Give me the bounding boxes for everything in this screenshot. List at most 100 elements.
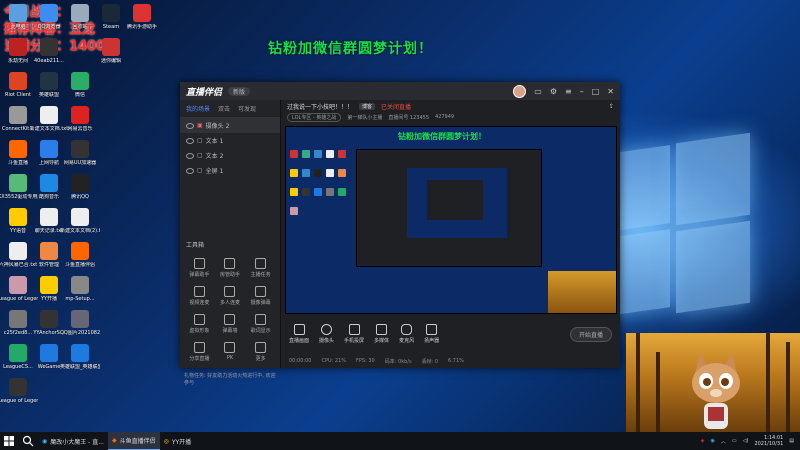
desktop-icon[interactable]: 微信 xyxy=(60,72,100,98)
status-item: FPS: 30 xyxy=(356,358,375,364)
tray-app-icon[interactable]: ◈ xyxy=(701,438,705,444)
lock-icon[interactable]: ▢ xyxy=(197,137,203,144)
scene-label: 全屏 1 xyxy=(205,168,224,175)
info-tag[interactable]: 博客 xyxy=(359,102,376,110)
app-icon xyxy=(71,310,89,328)
microphone-button[interactable]: 麦克风 xyxy=(399,324,414,344)
tab-discover[interactable]: 可发现 xyxy=(238,104,256,113)
tool-button[interactable]: 弹幕助手 xyxy=(184,258,215,278)
category-pill[interactable]: LOL专区 - 英雄之战 xyxy=(287,112,342,122)
tool-button[interactable]: 房管助手 xyxy=(215,258,246,278)
speaker-button[interactable]: 扬声器 xyxy=(424,324,439,344)
share-icon[interactable]: ⇪ xyxy=(609,103,614,110)
lock-icon[interactable]: ▣ xyxy=(197,122,203,129)
start-live-button[interactable]: 开始直播 xyxy=(569,326,612,342)
tool-button[interactable]: 虚拟形象 xyxy=(184,314,215,334)
desktop-icon[interactable]: 腾讯QQ xyxy=(60,174,100,200)
fans-count: 427949 xyxy=(435,114,455,120)
camera-button[interactable]: 摄像头 xyxy=(319,324,334,344)
tool-button[interactable]: 歌词显示 xyxy=(245,314,276,334)
bottom-toolbar: 直播画面 摄像头 手机投屏 多媒体 麦克风 扬声器 开始直播 xyxy=(281,316,620,352)
stream-title[interactable]: 过我说一下小技吧！！！ xyxy=(287,102,353,111)
scene-item[interactable]: ▢ 文本 2 xyxy=(180,148,280,163)
version-badge[interactable]: 新版 xyxy=(228,86,251,96)
desktop-icon[interactable]: 英雄联盟_英雄联盟... xyxy=(60,344,100,370)
lock-icon[interactable]: ▢ xyxy=(197,167,203,174)
taskbar-item[interactable]: ◉ 魔改小大魔王 - 直... xyxy=(38,432,108,450)
tool-label: 更多 xyxy=(255,356,266,362)
taskbar-item[interactable]: ◆ 斗鱼直播伴侣 xyxy=(107,432,160,450)
tool-label: 视频连麦 xyxy=(189,300,210,306)
stream-preview[interactable]: 钻粉加微信群圆梦计划！ xyxy=(285,126,617,314)
menu-icon[interactable]: ≡ xyxy=(565,87,572,96)
taskbar-item[interactable]: ◎ YY开播 xyxy=(160,432,196,450)
tool-button[interactable]: 视频连麦 xyxy=(184,286,215,306)
footer-notice[interactable]: 礼物任务: 好友助力活动火热进行中, 欢迎参与 xyxy=(184,372,280,386)
desktop-icon[interactable]: 网易UU加速器 xyxy=(60,140,100,166)
tool-button[interactable]: 摄像弹幕 xyxy=(245,286,276,306)
search-button[interactable] xyxy=(18,432,38,450)
eye-icon[interactable] xyxy=(186,152,194,159)
desktop-icon[interactable]: 腾讯手游助手 xyxy=(122,4,162,30)
app-icon xyxy=(9,4,27,22)
tool-button[interactable]: 多人连麦 xyxy=(215,286,246,306)
preview-desktop-icons xyxy=(288,145,352,221)
tool-icon xyxy=(255,258,267,269)
close-icon[interactable]: ✕ xyxy=(607,87,614,96)
tool-icon xyxy=(224,286,236,297)
volume-icon[interactable]: ◁) xyxy=(743,438,749,444)
tool-button[interactable]: 弹幕墙 xyxy=(215,314,246,334)
app-icon xyxy=(71,242,89,260)
tab-double[interactable]: 双击 xyxy=(218,104,230,113)
scene-panel: 我的场景 双击 可发现 ▣ 摄像头 2 ▢ 文本 1 ▢ 文本 2 ▢ 全屏 1 工具箱… xyxy=(180,100,281,386)
minimize-icon[interactable]: – xyxy=(580,87,584,96)
desktop-icon[interactable]: mp-Setup... xyxy=(60,276,100,302)
tool-button[interactable]: PK xyxy=(215,342,246,362)
notification-icon[interactable]: ▤ xyxy=(789,438,794,444)
avatar[interactable] xyxy=(513,84,527,98)
lock-icon[interactable]: ▢ xyxy=(197,152,203,159)
tool-button[interactable]: 分享直播 xyxy=(184,342,215,362)
eye-icon[interactable] xyxy=(186,137,194,144)
scene-item[interactable]: ▢ 全屏 1 xyxy=(180,163,280,178)
desktop-icon[interactable]: 40eab211... xyxy=(29,38,69,64)
desktop-icon-label: 新建文本文档(2).txt xyxy=(60,228,100,234)
message-icon[interactable]: ▭ xyxy=(534,87,542,96)
tool-button[interactable]: 主播任务 xyxy=(245,258,276,278)
tool-icon xyxy=(224,314,236,325)
desktop-icon-label: 英雄联盟_英雄联盟... xyxy=(60,364,100,370)
tool-label: 多人连麦 xyxy=(219,300,240,306)
app-icon xyxy=(102,4,120,22)
phone-cast-button[interactable]: 手机投屏 xyxy=(344,324,364,344)
maximize-icon[interactable]: □ xyxy=(592,87,600,96)
scene-item[interactable]: ▣ 摄像头 2 xyxy=(180,118,280,133)
desktop-icon[interactable]: 迷你编辑 xyxy=(91,38,131,64)
app-icon xyxy=(71,344,89,362)
media-icon xyxy=(376,324,388,335)
desktop-icon[interactable]: 新建文本文档(2).txt xyxy=(60,208,100,234)
app-icon xyxy=(9,310,27,328)
clock[interactable]: 1:14:01 2021/10/31 xyxy=(754,435,783,447)
scene-item[interactable]: ▢ 文本 1 xyxy=(180,133,280,148)
desktop-icon[interactable]: League of Legends... xyxy=(0,378,38,404)
eye-icon[interactable] xyxy=(186,122,194,129)
screen-capture-button[interactable]: 直播画面 xyxy=(289,324,309,344)
desktop-icon[interactable]: 网易云音乐 xyxy=(60,106,100,132)
desktop-icon[interactable]: QQ图片20210824... xyxy=(60,310,100,336)
tool-button[interactable]: 更多 xyxy=(245,342,276,362)
media-button[interactable]: 多媒体 xyxy=(374,324,389,344)
desktop-icon-label: 腾讯QQ xyxy=(71,194,89,200)
app-icon xyxy=(9,38,27,56)
tray-app-icon[interactable]: ◉ xyxy=(711,438,715,444)
start-button[interactable] xyxy=(0,432,18,450)
app-icon xyxy=(9,378,27,396)
eye-icon[interactable] xyxy=(186,167,194,174)
tool-icon xyxy=(224,258,236,269)
yy-icon: ◎ xyxy=(163,437,169,445)
desktop-icon[interactable]: 斗鱼直播伴侣 xyxy=(60,242,100,268)
chevron-up-icon[interactable]: ︿ xyxy=(721,438,726,445)
tool-label: 主播任务 xyxy=(250,272,271,278)
tab-my-scenes[interactable]: 我的场景 xyxy=(186,104,210,113)
network-icon[interactable]: ▭ xyxy=(732,438,737,444)
settings-icon[interactable]: ⚙ xyxy=(550,87,557,96)
